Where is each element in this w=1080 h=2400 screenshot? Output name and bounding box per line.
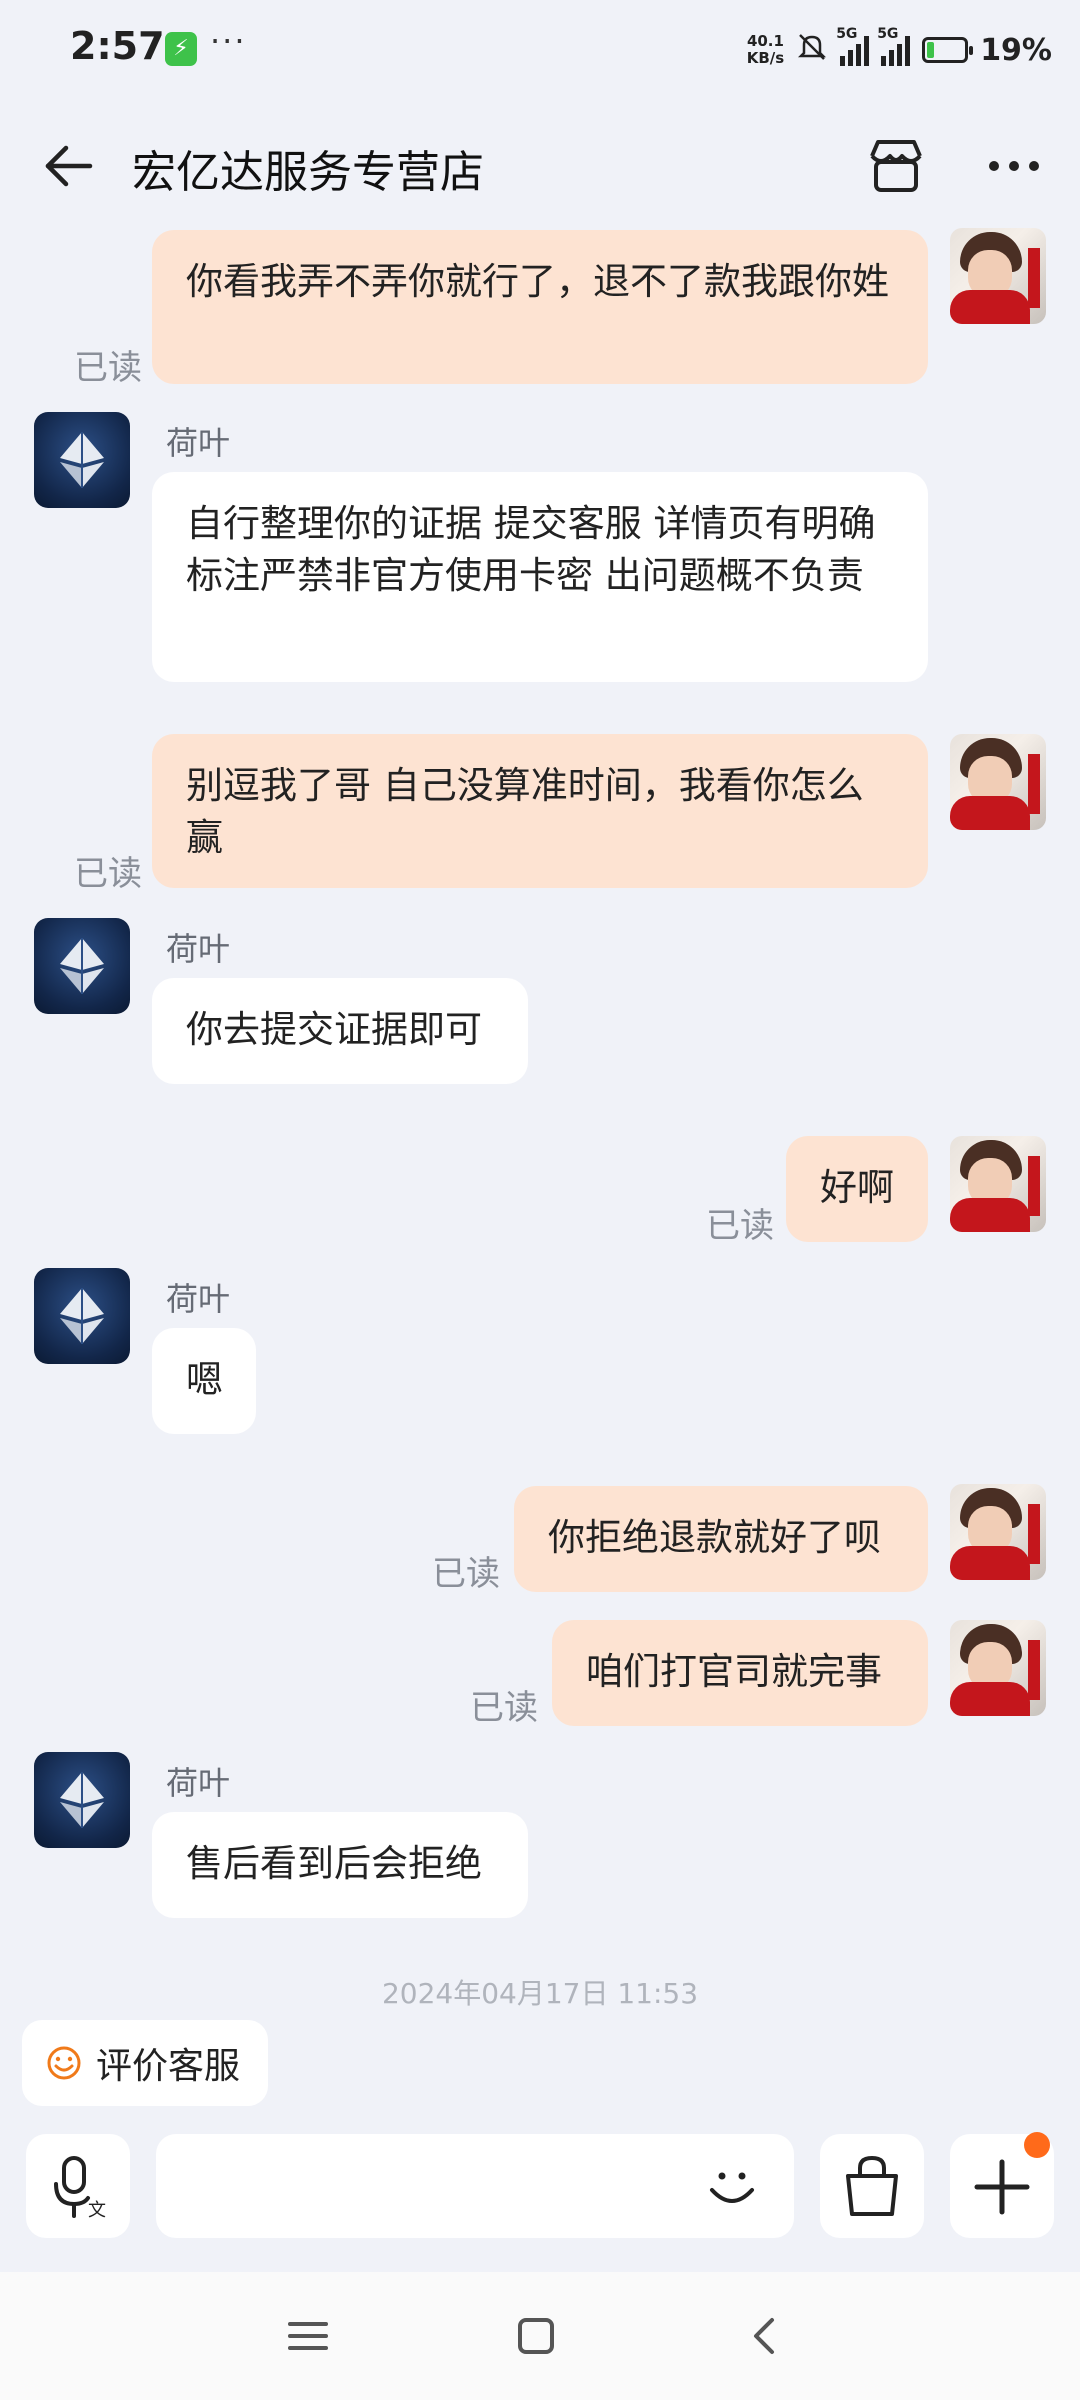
signal-5g-2-icon: 5G [877, 26, 911, 66]
smile-icon [47, 2046, 81, 2080]
read-status: 已读 [470, 1688, 538, 1728]
signal1-label: 5G [836, 26, 858, 42]
read-status: 已读 [74, 854, 142, 894]
message-bubble-incoming[interactable]: 售后看到后会拒绝 [152, 1812, 528, 1918]
menu-icon [288, 2322, 328, 2350]
back-button[interactable] [40, 138, 96, 194]
charging-app-icon: ⚡ [165, 32, 197, 66]
plus-button[interactable] [950, 2132, 1054, 2238]
net-speed: 40.1 KB/s [747, 33, 784, 67]
input-bar: 文 [0, 2130, 1080, 2240]
more-dots-icon [989, 161, 1039, 171]
user-avatar[interactable] [950, 1620, 1046, 1716]
mute-bell-icon [796, 31, 828, 70]
read-status: 已读 [706, 1206, 774, 1246]
rate-service-label: 评价客服 [96, 2046, 241, 2087]
home-icon [518, 2318, 554, 2354]
more-button[interactable] [982, 138, 1046, 194]
store-button[interactable] [866, 136, 926, 196]
chat-screen: 2:57 ⚡ ··· 40.1 KB/s 5G 5G 19% 宏亿达服务专营店 … [0, 0, 1080, 2400]
sender-name: 荷叶 [166, 424, 231, 462]
nav-back-button[interactable] [734, 2306, 794, 2366]
read-status: 已读 [74, 348, 142, 388]
message-input[interactable] [156, 2134, 794, 2238]
status-right: 40.1 KB/s 5G 5G 19% [747, 26, 1052, 74]
user-avatar[interactable] [950, 734, 1046, 830]
shop-avatar[interactable] [34, 1268, 130, 1364]
message-bubble-outgoing[interactable]: 咱们打官司就完事 [552, 1620, 928, 1726]
status-bar: 2:57 ⚡ ··· 40.1 KB/s 5G 5G 19% [0, 0, 1080, 100]
arrow-left-icon [45, 145, 93, 187]
emoji-icon[interactable] [700, 2154, 764, 2218]
net-speed-unit: KB/s [746, 49, 785, 67]
sender-name: 荷叶 [166, 1280, 231, 1318]
message-bubble-outgoing[interactable]: 好啊 [786, 1136, 928, 1242]
message-bubble-outgoing[interactable]: 你看我弄不弄你就行了，退不了款我跟你姓 [152, 230, 928, 384]
sender-name: 荷叶 [166, 1764, 231, 1802]
store-icon [870, 140, 922, 192]
voice-input-button[interactable]: 文 [26, 2134, 130, 2238]
user-avatar[interactable] [950, 228, 1046, 324]
sender-name: 荷叶 [166, 930, 231, 968]
status-more-icon: ··· [210, 22, 247, 60]
net-speed-value: 40.1 [746, 32, 784, 50]
svg-text:文: 文 [88, 2200, 106, 2221]
signal2-label: 5G [877, 26, 899, 42]
chevron-left-icon [754, 2318, 774, 2354]
shop-avatar[interactable] [34, 412, 130, 508]
signal-5g-1-icon: 5G [836, 26, 870, 66]
message-timestamp: 2024年04月17日 11:53 [381, 1977, 699, 2010]
voice-input-icon: 文 [54, 2156, 106, 2221]
message-bubble-outgoing[interactable]: 别逗我了哥 自己没算准时间，我看你怎么赢 [152, 734, 928, 888]
notification-dot [1024, 2132, 1050, 2158]
store-title: 宏亿达服务专营店 [132, 147, 484, 198]
home-button[interactable] [506, 2306, 566, 2366]
message-bubble-incoming[interactable]: 你去提交证据即可 [152, 978, 528, 1084]
message-bubble-incoming[interactable]: 自行整理你的证据 提交客服 详情页有明确标注严禁非官方使用卡密 出问题概不负责 [152, 472, 928, 682]
battery-percent: 19% [980, 32, 1052, 68]
shop-avatar[interactable] [34, 1752, 130, 1848]
shopping-bag-button[interactable] [820, 2134, 924, 2238]
status-time: 2:57 [70, 24, 165, 68]
rate-service-button[interactable]: 评价客服 [22, 2020, 268, 2106]
message-bubble-incoming[interactable]: 嗯 [152, 1328, 256, 1434]
shop-avatar[interactable] [34, 918, 130, 1014]
user-avatar[interactable] [950, 1136, 1046, 1232]
user-avatar[interactable] [950, 1484, 1046, 1580]
read-status: 已读 [432, 1554, 500, 1594]
system-nav-bar [0, 2272, 1080, 2400]
chat-header: 宏亿达服务专营店 [0, 110, 1080, 220]
message-bubble-outgoing[interactable]: 你拒绝退款就好了呗 [514, 1486, 928, 1592]
menu-button[interactable] [278, 2306, 338, 2366]
shopping-bag-icon [846, 2155, 898, 2216]
battery-icon [922, 37, 974, 63]
